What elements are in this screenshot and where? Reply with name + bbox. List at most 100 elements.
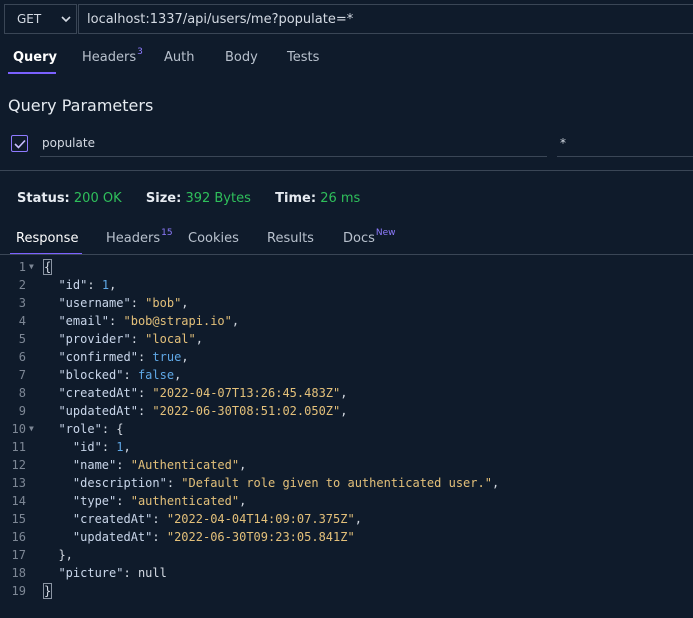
code-text: "blocked": false, [58,368,182,382]
code-text: "createdAt": "2022-04-04T14:09:07.375Z", [72,512,362,526]
param-value: * [560,136,566,150]
tab-query[interactable]: Query [13,50,57,65]
tab-badge-new: New [375,228,396,238]
code-line: 12 "name": "Authenticated", [0,456,693,474]
code-text: "updatedAt": "2022-06-30T08:51:02.050Z", [58,404,348,418]
tab-cookies[interactable]: Cookies [188,231,239,246]
line-number: 5 [18,332,26,346]
url-input[interactable] [78,4,693,34]
tab-label: Headers [106,231,161,246]
checkmark-icon [13,139,26,149]
code-line: 18 "picture": null [0,564,693,582]
code-line: 11 "id": 1, [0,438,693,456]
tab-label: Headers [82,50,137,65]
status-value: 200 OK [73,191,122,206]
line-number: 4 [18,314,26,328]
time-value: 26 ms [320,191,361,206]
size-value: 392 Bytes [185,191,251,206]
code-text: "description": "Default role given to au… [72,476,500,490]
code-text: } [42,583,53,599]
code-text: "name": "Authenticated", [72,458,247,472]
code-text: "role": { [58,422,124,436]
line-number: 8 [18,386,26,400]
tab-label: Response [16,231,79,246]
section-divider [0,170,693,171]
code-line: 19} [0,582,693,600]
code-text: "picture": null [58,566,167,580]
code-text: "id": 1, [72,440,131,454]
code-text: { [42,259,53,275]
line-number: 11 [11,440,26,454]
tab-label: Query [13,50,58,65]
code-line: 9 "updatedAt": "2022-06-30T08:51:02.050Z… [0,402,693,420]
query-parameters-title: Query Parameters [8,96,154,115]
tab-docs[interactable]: DocsNew [343,228,396,246]
line-number: 15 [11,512,26,526]
code-line: 15 "createdAt": "2022-04-04T14:09:07.375… [0,510,693,528]
tab-results[interactable]: Results [267,231,314,246]
tab-label: Docs [343,231,375,246]
code-line: 10 ▼ "role": { [0,420,693,438]
line-number: 7 [18,368,26,382]
line-number: 16 [11,530,26,544]
tab-badge: 3 [137,47,143,57]
line-number: 12 [11,458,26,472]
code-text: "provider": "local", [58,332,203,346]
tab-response[interactable]: Response [16,231,78,246]
line-number: 9 [18,404,26,418]
code-line: 3 "username": "bob", [0,294,693,312]
request-tabs: Query Headers3 Auth Body Tests [0,47,693,74]
tab-body[interactable]: Body [225,50,258,65]
line-number: 2 [18,278,26,292]
line-number: 19 [11,584,26,598]
code-text: "updatedAt": "2022-06-30T09:23:05.841Z" [72,530,355,544]
tab-label: Cookies [188,231,239,246]
status-label: Status: [17,191,70,206]
param-key-field[interactable]: populate [40,132,547,157]
param-key: populate [42,136,95,150]
tab-badge: 15 [161,228,173,238]
code-line: 1 ▼ { [0,258,693,276]
line-number: 1 [18,260,26,274]
param-value-field[interactable]: * [557,132,693,157]
tab-label: Tests [287,50,320,65]
response-body-editor[interactable]: 1 ▼{2 "id": 1, 3 "username": "bob", 4 "emai… [0,258,693,600]
code-text: "createdAt": "2022-04-07T13:26:45.483Z", [58,386,348,400]
line-number: 13 [11,476,26,490]
code-line: 6 "confirmed": true, [0,348,693,366]
tab-label: Auth [164,50,195,65]
tab-label: Body [225,50,258,65]
code-line: 5 "provider": "local", [0,330,693,348]
method-label: GET [17,12,42,26]
code-text: }, [44,548,73,562]
code-text: "username": "bob", [58,296,189,310]
tab-headers[interactable]: Headers3 [82,47,143,65]
tab-tests[interactable]: Tests [287,50,319,65]
code-line: 13 "description": "Default role given to… [0,474,693,492]
tab-label: Results [267,231,314,246]
editor-border [0,254,693,255]
code-text: "id": 1, [58,278,117,292]
line-number: 3 [18,296,26,310]
line-number: 17 [11,548,26,562]
time-label: Time: [275,191,317,206]
response-tabs: Response Headers15 Cookies Results DocsN… [0,228,693,255]
line-number: 18 [11,566,26,580]
param-checkbox[interactable] [11,135,28,152]
code-line: 7 "blocked": false, [0,366,693,384]
code-text: "confirmed": true, [58,350,189,364]
line-number: 6 [18,350,26,364]
fold-arrow-icon[interactable]: ▼ [29,258,34,276]
chevron-down-icon [61,16,71,23]
code-line: 17 }, [0,546,693,564]
method-select[interactable]: GET [4,4,77,34]
size-label: Size: [145,191,182,206]
active-tab-indicator [8,72,56,74]
code-line: 4 "email": "bob@strapi.io", [0,312,693,330]
fold-arrow-icon[interactable]: ▼ [29,420,34,438]
tab-response-headers[interactable]: Headers15 [106,228,173,246]
tab-auth[interactable]: Auth [164,50,194,65]
code-line: 2 "id": 1, [0,276,693,294]
code-line: 8 "createdAt": "2022-04-07T13:26:45.483Z… [0,384,693,402]
request-bar: GET [0,0,693,37]
